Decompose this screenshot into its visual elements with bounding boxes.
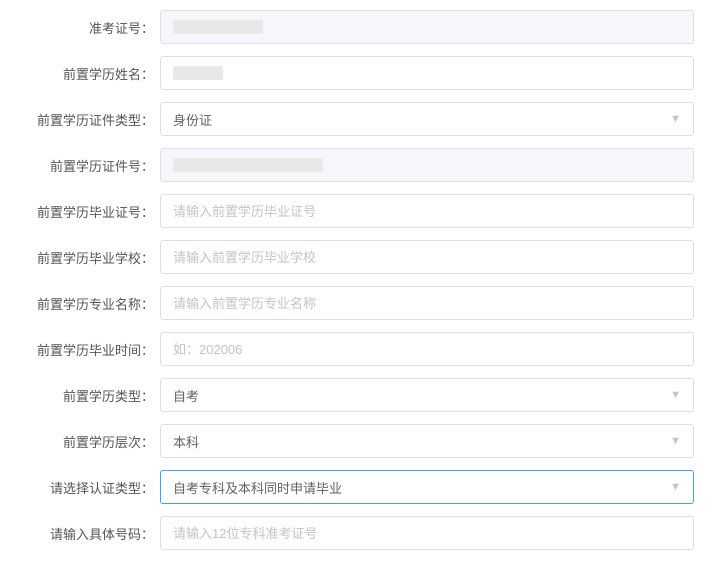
input-grad-school-wrap[interactable] (160, 240, 694, 274)
redacted-name (173, 66, 223, 80)
label-edu-level: 前置学历层次： (15, 432, 160, 451)
label-specific-number: 请输入具体号码： (15, 524, 160, 543)
label-major: 前置学历专业名称： (15, 294, 160, 313)
label-grad-time: 前置学历毕业时间： (15, 340, 160, 359)
select-edu-level[interactable]: 本科 ▼ (160, 424, 694, 458)
input-grad-time[interactable] (173, 333, 681, 365)
input-grad-cert-wrap[interactable] (160, 194, 694, 228)
row-grad-cert: 前置学历毕业证号： (15, 194, 694, 228)
label-id-number: 前置学历证件号： (15, 156, 160, 175)
label-grad-school: 前置学历毕业学校： (15, 248, 160, 267)
label-grad-cert: 前置学历毕业证号： (15, 202, 160, 221)
chevron-down-icon: ▼ (670, 435, 681, 447)
input-major-wrap[interactable] (160, 286, 694, 320)
row-edu-type: 前置学历类型： 自考 ▼ (15, 378, 694, 412)
select-edu-level-value: 本科 (173, 432, 670, 451)
row-name: 前置学历姓名： (15, 56, 694, 90)
select-edu-type-value: 自考 (173, 386, 670, 405)
chevron-down-icon: ▼ (670, 113, 681, 125)
select-verify-type[interactable]: 自考专科及本科同时申请毕业 ▼ (160, 470, 694, 504)
input-major[interactable] (173, 287, 681, 319)
row-edu-level: 前置学历层次： 本科 ▼ (15, 424, 694, 458)
select-id-type-value: 身份证 (173, 110, 670, 129)
row-exam-id: 准考证号： (15, 10, 694, 44)
label-edu-type: 前置学历类型： (15, 386, 160, 405)
select-edu-type[interactable]: 自考 ▼ (160, 378, 694, 412)
chevron-down-icon: ▼ (670, 389, 681, 401)
input-exam-id (160, 10, 694, 44)
input-grad-school[interactable] (173, 241, 681, 273)
row-specific-number: 请输入具体号码： (15, 516, 694, 550)
row-grad-time: 前置学历毕业时间： (15, 332, 694, 366)
input-id-number (160, 148, 694, 182)
input-specific-number-wrap[interactable] (160, 516, 694, 550)
input-name[interactable] (160, 56, 694, 90)
label-name: 前置学历姓名： (15, 64, 160, 83)
input-grad-cert[interactable] (173, 195, 681, 227)
input-grad-time-wrap[interactable] (160, 332, 694, 366)
input-specific-number[interactable] (173, 517, 681, 549)
select-id-type[interactable]: 身份证 ▼ (160, 102, 694, 136)
row-major: 前置学历专业名称： (15, 286, 694, 320)
redacted-id-number (173, 158, 323, 172)
row-grad-school: 前置学历毕业学校： (15, 240, 694, 274)
chevron-down-icon: ▼ (670, 481, 681, 493)
label-exam-id: 准考证号： (15, 18, 160, 37)
label-verify-type: 请选择认证类型： (15, 478, 160, 497)
label-id-type: 前置学历证件类型： (15, 110, 160, 129)
select-verify-type-value: 自考专科及本科同时申请毕业 (173, 478, 670, 497)
redacted-exam-id (173, 20, 263, 34)
row-verify-type: 请选择认证类型： 自考专科及本科同时申请毕业 ▼ (15, 470, 694, 504)
row-id-number: 前置学历证件号： (15, 148, 694, 182)
row-id-type: 前置学历证件类型： 身份证 ▼ (15, 102, 694, 136)
